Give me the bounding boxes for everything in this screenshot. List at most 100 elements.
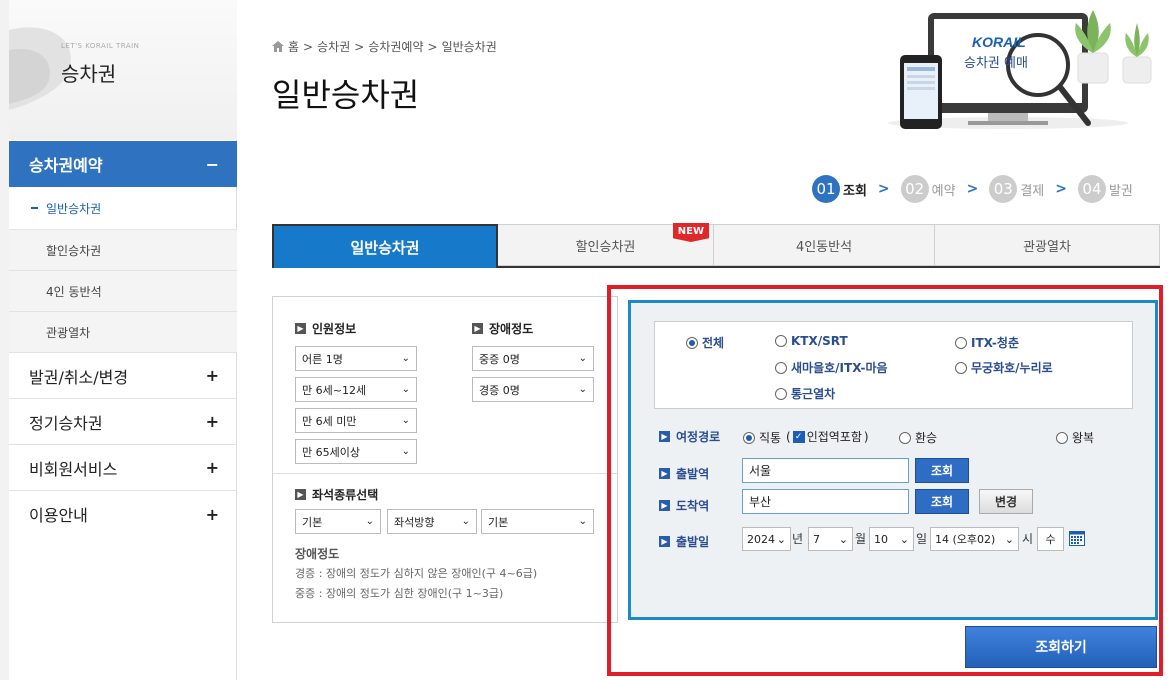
sidebar-subitem-family-seat[interactable]: 4인 동반석 [9, 271, 237, 312]
select-value: 좌석방향 [394, 515, 435, 529]
step-label: 예약 [931, 183, 956, 199]
expand-icon: + [205, 412, 219, 431]
highlight-outline [607, 285, 1163, 676]
tab-label: 4인동반석 [795, 239, 853, 255]
sidebar-item-label: 비회원서비스 [29, 459, 118, 479]
home-icon[interactable] [272, 41, 284, 52]
passenger-options-panel: ▶ 인원정보 ▶ 장애정도 어른 1명 ⌄ 만 6세~12세 ⌄ 만 6세 미만 ⌄ … [272, 296, 618, 623]
chevron-down-icon: ⌄ [578, 384, 587, 395]
collapse-icon: − [205, 154, 219, 174]
step-number: 03 [989, 175, 1018, 203]
step-label: 조회 [843, 183, 867, 199]
chevron-right-icon: > [966, 181, 979, 197]
sidebar-menu: 승차권예약 − 일반승차권 할인승차권 4인 동반석 관광열차 발권/취소/변경… [9, 141, 237, 537]
chevron-down-icon: ⌄ [578, 353, 587, 364]
ticket-type-tabs: 일반승차권 할인승차권 NEW 4인동반석 관광열차 [272, 223, 1160, 268]
step-search: 01 조회 [812, 175, 867, 203]
arrow-bullet-icon: ▶ [295, 489, 306, 500]
sidebar: LET'S KORAIL TRAIN 승차권 승차권예약 − 일반승차권 할인승… [9, 0, 237, 680]
sidebar-item-label: 발권/취소/변경 [29, 367, 129, 387]
chevron-down-icon: ⌄ [461, 516, 470, 527]
sidebar-item-issue-cancel[interactable]: 발권/취소/변경 + [9, 353, 237, 399]
chevron-down-icon: ⌄ [401, 446, 410, 457]
chevron-right-icon: > [877, 181, 890, 197]
step-label: 결제 [1020, 183, 1045, 199]
sidebar-subitem-discount-ticket[interactable]: 할인승차권 [9, 230, 237, 271]
step-payment: 03 결제 [989, 175, 1044, 203]
sidebar-item-season-ticket[interactable]: 정기승차권 + [9, 399, 237, 445]
sidebar-item-ticket-reservation[interactable]: 승차권예약 − [9, 141, 237, 187]
select-value: 어른 1명 [302, 352, 343, 366]
senior-count-select[interactable]: 만 65세이상 ⌄ [295, 439, 417, 464]
sidebar-item-usage-guide[interactable]: 이용안내 + [9, 491, 237, 537]
breadcrumb-current: 일반승차권 [441, 40, 497, 54]
disability-section-title: ▶ 장애정도 [472, 320, 533, 337]
severe-disability-select[interactable]: 중증 0명 ⌄ [472, 346, 594, 371]
breadcrumb-home[interactable]: 홈 [288, 38, 299, 55]
section-label: 인원정보 [312, 322, 357, 336]
dash-icon [31, 207, 38, 209]
tab-family-seat[interactable]: 4인동반석 [714, 224, 935, 266]
tab-tour-train[interactable]: 관광열차 [935, 224, 1160, 266]
breadcrumb-separator: > [303, 39, 314, 54]
tab-label: 관광열차 [1023, 239, 1071, 255]
search-submit-button[interactable]: 조회하기 [965, 626, 1157, 668]
notes-line-mild: 경증 : 장애의 정도가 심하지 않은 장애인(구 4~6급) [295, 567, 538, 580]
sidebar-subitem-general-ticket[interactable]: 일반승차권 [9, 187, 237, 230]
chevron-down-icon: ⌄ [365, 516, 374, 527]
sidebar-subitem-label: 일반승차권 [46, 201, 102, 216]
seat-type-select[interactable]: 기본 ⌄ [295, 509, 381, 534]
breadcrumb-reservation[interactable]: 승차권예약 [368, 38, 423, 55]
swoosh-graphic [9, 27, 71, 110]
adult-count-select[interactable]: 어른 1명 ⌄ [295, 346, 417, 371]
chevron-right-icon: > [1055, 181, 1067, 197]
notes-line-severe: 중증 : 장애의 정도가 심한 장애인(구 1~3급) [295, 587, 504, 600]
sidebar-item-label: 이용안내 [29, 506, 88, 525]
page-title: 일반승차권 [272, 76, 420, 114]
chevron-down-icon: ⌄ [401, 384, 410, 395]
infant-count-select[interactable]: 만 6세 미만 ⌄ [295, 408, 417, 433]
select-value: 기본 [302, 515, 323, 529]
child-count-select[interactable]: 만 6세~12세 ⌄ [295, 377, 417, 402]
select-value: 만 6세 미만 [302, 414, 357, 428]
section-label: 좌석종류선택 [312, 488, 379, 502]
divider [273, 473, 617, 474]
select-value: 경증 0명 [479, 383, 520, 397]
step-reserve: 02 예약 [900, 175, 956, 203]
new-badge: NEW [672, 223, 709, 242]
sidebar-subitem-label: 4인 동반석 [46, 284, 102, 299]
seat-direction-select[interactable]: 좌석방향 ⌄ [387, 509, 477, 534]
passenger-section-title: ▶ 인원정보 [295, 320, 356, 337]
step-label: 발권 [1108, 183, 1133, 199]
expand-icon: + [205, 458, 219, 477]
expand-icon: + [205, 504, 219, 524]
chevron-down-icon: ⌄ [578, 516, 587, 527]
select-value: 만 65세이상 [302, 445, 360, 459]
sidebar-subitem-label: 관광열차 [46, 325, 91, 340]
sidebar-item-guest-service[interactable]: 비회원서비스 + [9, 445, 237, 491]
select-value: 만 6세~12세 [302, 383, 367, 397]
chevron-down-icon: ⌄ [401, 415, 410, 426]
seat-section-title: ▶ 좌석종류선택 [295, 486, 378, 503]
chevron-down-icon: ⌄ [401, 353, 410, 364]
banner-text: 승차권 예매 [964, 56, 1028, 71]
sidebar-subitem-tour-train[interactable]: 관광열차 [9, 312, 237, 353]
progress-steps: 01 조회 > 02 예약 > 03 결제 > 04 발권 [812, 175, 1133, 203]
step-number: 02 [900, 175, 929, 203]
arrow-bullet-icon: ▶ [295, 323, 306, 334]
step-number: 01 [812, 175, 840, 203]
page-left-edge [0, 0, 9, 680]
breadcrumb: 홈 > 승차권 > 승차권예약 > 일반승차권 [272, 38, 497, 55]
section-label: 장애정도 [489, 322, 534, 336]
select-value: 기본 [488, 515, 509, 529]
tab-general-ticket[interactable]: 일반승차권 [272, 224, 498, 268]
mild-disability-select[interactable]: 경증 0명 ⌄ [472, 377, 594, 402]
sidebar-item-label: 정기승차권 [29, 413, 103, 433]
seat-position-select[interactable]: 기본 ⌄ [481, 509, 594, 534]
sidebar-item-label: 승차권예약 [29, 156, 103, 175]
sidebar-subitem-label: 할인승차권 [46, 243, 102, 258]
tab-discount-ticket[interactable]: 할인승차권 NEW [498, 223, 714, 266]
sidebar-eyebrow: LET'S KORAIL TRAIN [61, 42, 140, 50]
breadcrumb-ticket[interactable]: 승차권 [317, 38, 350, 55]
korail-banner-illustration: KORAIL 승차권 예매 [888, 10, 1152, 129]
